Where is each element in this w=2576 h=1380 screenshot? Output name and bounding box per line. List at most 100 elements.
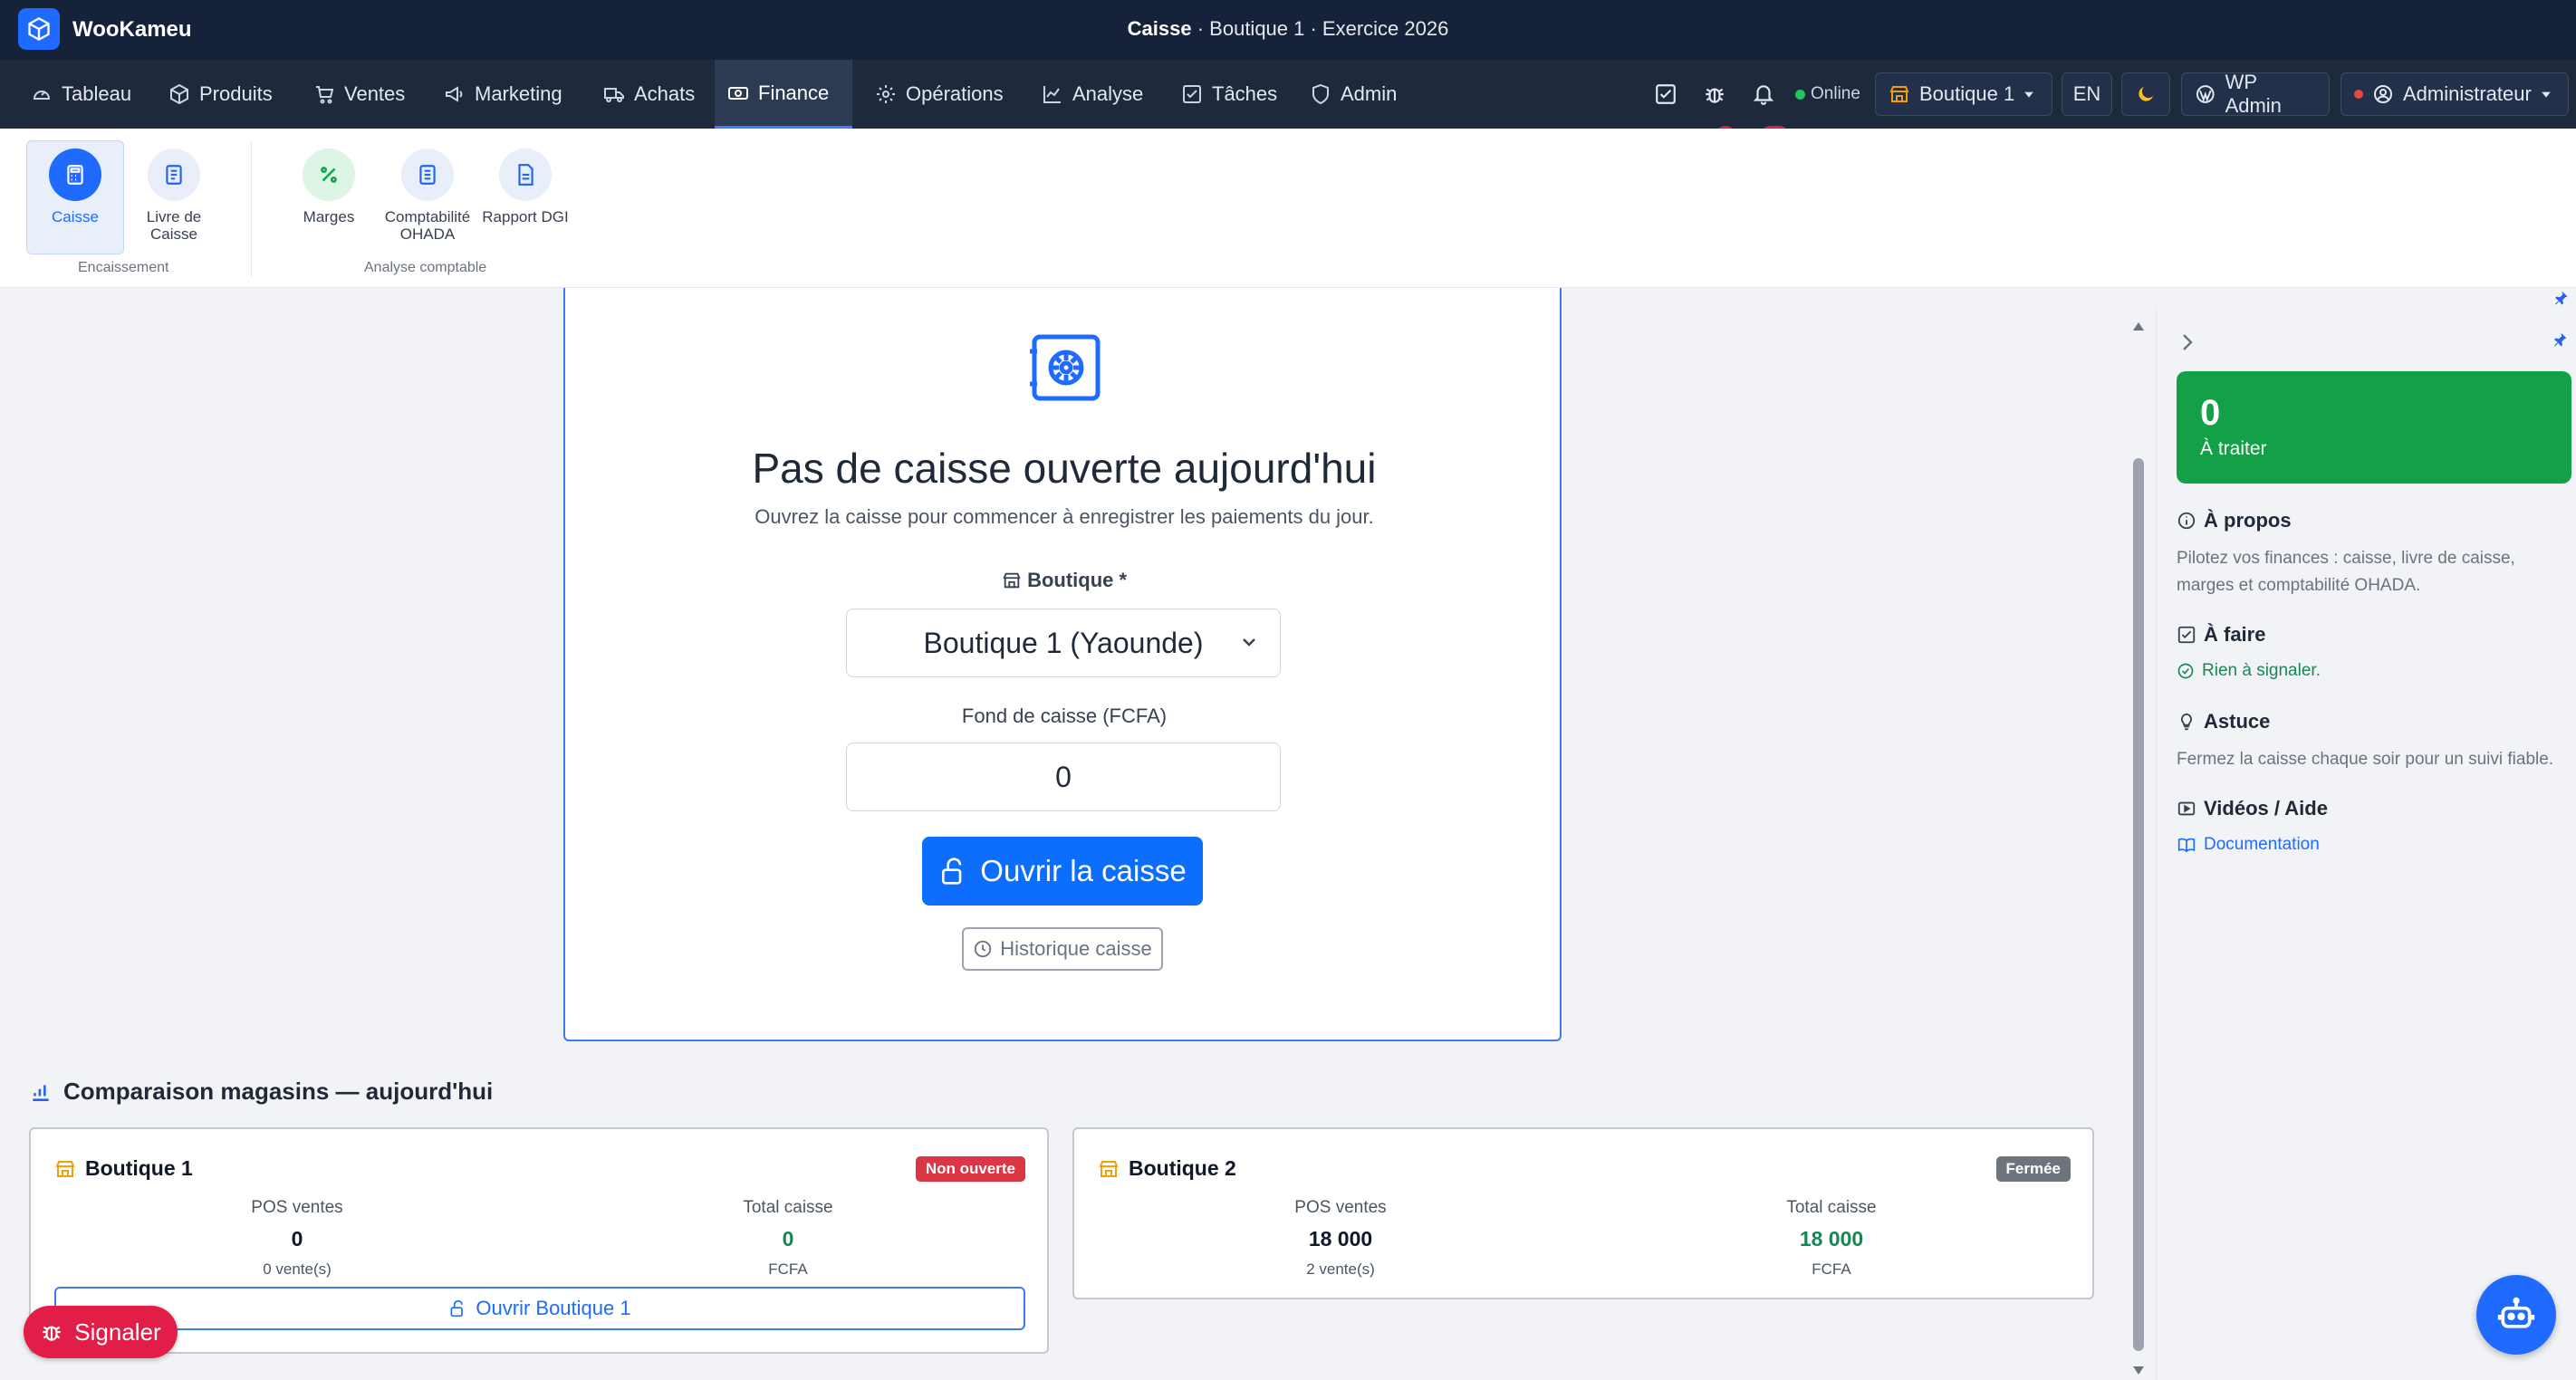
about-text: Pilotez vos finances : caisse, livre de … [2177, 549, 2515, 595]
stat-value: 0 [291, 1227, 303, 1251]
caret-down-icon [2542, 91, 2551, 98]
shop-card: Boutique 1 Non ouverte POS ventes 0 0 ve… [29, 1127, 1049, 1354]
stat-label: POS ventes [1294, 1198, 1387, 1217]
pin-icon[interactable] [2552, 331, 2568, 348]
ribbon-comptabilite-ohada[interactable]: Comptabilité OHADA [378, 149, 477, 243]
moon-icon [2139, 87, 2153, 101]
chevron-right-icon[interactable] [2178, 331, 2196, 353]
nav-label: Marketing [475, 82, 562, 105]
nav-finance[interactable]: Finance [715, 60, 852, 129]
cart-icon [316, 86, 334, 104]
tip-title: Astuce [2204, 710, 2271, 733]
boutique-label: Boutique * [565, 569, 1563, 592]
dark-mode-toggle[interactable] [2121, 72, 2170, 116]
bug-icon [43, 1326, 62, 1341]
open-shop-button[interactable]: Ouvrir Boutique 1 [54, 1287, 1025, 1330]
todo-heading: À faire [2177, 623, 2265, 647]
documentation-label: Documentation [2204, 835, 2320, 854]
nav-produits[interactable]: Produits [156, 60, 285, 129]
shop-name-label: Boutique 1 [85, 1156, 193, 1180]
fond-caisse-label: Fond de caisse (FCFA) [961, 704, 1168, 727]
unlock-icon [942, 858, 962, 885]
ribbon-label: Rapport DGI [482, 208, 569, 225]
wp-admin-label: WP Admin [2225, 71, 2282, 117]
megaphone-icon [446, 86, 463, 102]
check-circle-icon [2177, 663, 2194, 679]
store-icon [1889, 86, 1909, 102]
title-separator: · [1197, 17, 1210, 40]
ribbon-livre-caisse[interactable]: Livre de Caisse [125, 149, 223, 243]
shop-name: Boutique 2 [1098, 1156, 1236, 1181]
store-icon [1003, 572, 1021, 589]
ribbon-label-line1: Comptabilité [384, 208, 471, 225]
ribbon-rapport-dgi[interactable]: Rapport DGI [476, 149, 574, 225]
user-menu-button[interactable]: Administrateur [2341, 72, 2569, 116]
checkbox-icon [1183, 85, 1201, 103]
nav-admin[interactable]: Admin [1297, 60, 1409, 129]
play-icon [2177, 801, 2196, 816]
pending-count-card[interactable]: 0 À traiter [2177, 371, 2571, 484]
cash-icon [728, 86, 748, 100]
pos-sales-stat: POS ventes 18 000 2 vente(s) [1205, 1198, 1476, 1279]
percent-icon [303, 149, 355, 201]
report-icon [499, 149, 552, 201]
open-register-label: Ouvrir la caisse [980, 854, 1187, 887]
scroll-down-icon[interactable] [2132, 1366, 2145, 1376]
todo-status: Rien à signaler. [2177, 661, 2321, 681]
report-bug-button[interactable]: Signaler [24, 1306, 178, 1358]
language-label: EN [2072, 82, 2101, 105]
bell-icon [1753, 85, 1774, 105]
bar-chart-icon [33, 1084, 49, 1101]
nav-taches[interactable]: Tâches [1168, 60, 1290, 129]
ribbon-marges[interactable]: Marges [280, 149, 378, 225]
nav-achats[interactable]: Achats [591, 60, 707, 129]
status-dot-icon [2354, 90, 2363, 99]
store-select-button[interactable]: Boutique 1 [1875, 72, 2052, 116]
chart-line-icon [1043, 86, 1061, 103]
gauge-icon [33, 91, 51, 100]
online-dot-icon [1795, 89, 1805, 100]
assistant-bot-button[interactable] [2476, 1275, 2556, 1355]
safe-icon [1030, 334, 1101, 401]
gear-icon [877, 85, 895, 103]
open-register-card: Pas de caisse ouverte aujourd'hui Ouvrez… [563, 288, 1562, 1041]
about-title: À propos [2204, 509, 2292, 532]
nav-label: Tâches [1212, 82, 1278, 105]
nav-ventes[interactable]: Ventes [301, 60, 418, 129]
documentation-link[interactable]: Documentation [2177, 835, 2320, 855]
nav-label: Finance [758, 81, 830, 104]
nav-marketing[interactable]: Marketing [431, 60, 575, 129]
pin-icon[interactable] [2552, 290, 2569, 306]
ribbon-caisse[interactable]: Caisse [26, 149, 124, 225]
check-square-icon [1656, 84, 1676, 104]
notifications-button[interactable] [1752, 60, 1775, 129]
nav-label: Analyse [1072, 82, 1144, 105]
stat-value: 0 [782, 1227, 794, 1251]
nav-operations[interactable]: Opérations [862, 60, 1016, 129]
boutique-select[interactable]: Boutique 1 (Yaounde) [846, 609, 1281, 677]
nav-tableau[interactable]: Tableau [18, 60, 144, 129]
register-history-button[interactable]: Historique caisse [962, 927, 1163, 971]
open-register-button[interactable]: Ouvrir la caisse [922, 837, 1203, 906]
about-heading: À propos [2177, 509, 2292, 532]
stat-sub: 0 vente(s) [263, 1260, 332, 1278]
wp-admin-button[interactable]: WP Admin [2181, 71, 2330, 117]
tasks-button[interactable] [1654, 60, 1677, 129]
nav-label: Achats [634, 82, 696, 105]
store-select-label: Boutique 1 [1919, 82, 2015, 105]
shop-name-label: Boutique 2 [1129, 1156, 1236, 1180]
language-button[interactable]: EN [2062, 72, 2112, 116]
nav-analyse[interactable]: Analyse [1029, 60, 1156, 129]
fond-caisse-input[interactable]: 0 [846, 743, 1281, 811]
store-icon [1099, 1160, 1119, 1177]
ribbon-label: Caisse [52, 208, 99, 225]
scrollbar-thumb[interactable] [2133, 458, 2144, 1351]
bug-button[interactable] [1703, 60, 1726, 129]
empty-state-subtitle: Ouvrez la caisse pour commencer à enregi… [755, 505, 1374, 528]
pending-label: À traiter [2200, 438, 2267, 459]
scroll-up-icon[interactable] [2132, 321, 2145, 331]
stat-label: Total caisse [743, 1198, 833, 1217]
online-status: Online [1795, 84, 1860, 104]
user-circle-icon [2374, 85, 2392, 103]
videos-heading: Vidéos / Aide [2177, 797, 2328, 820]
